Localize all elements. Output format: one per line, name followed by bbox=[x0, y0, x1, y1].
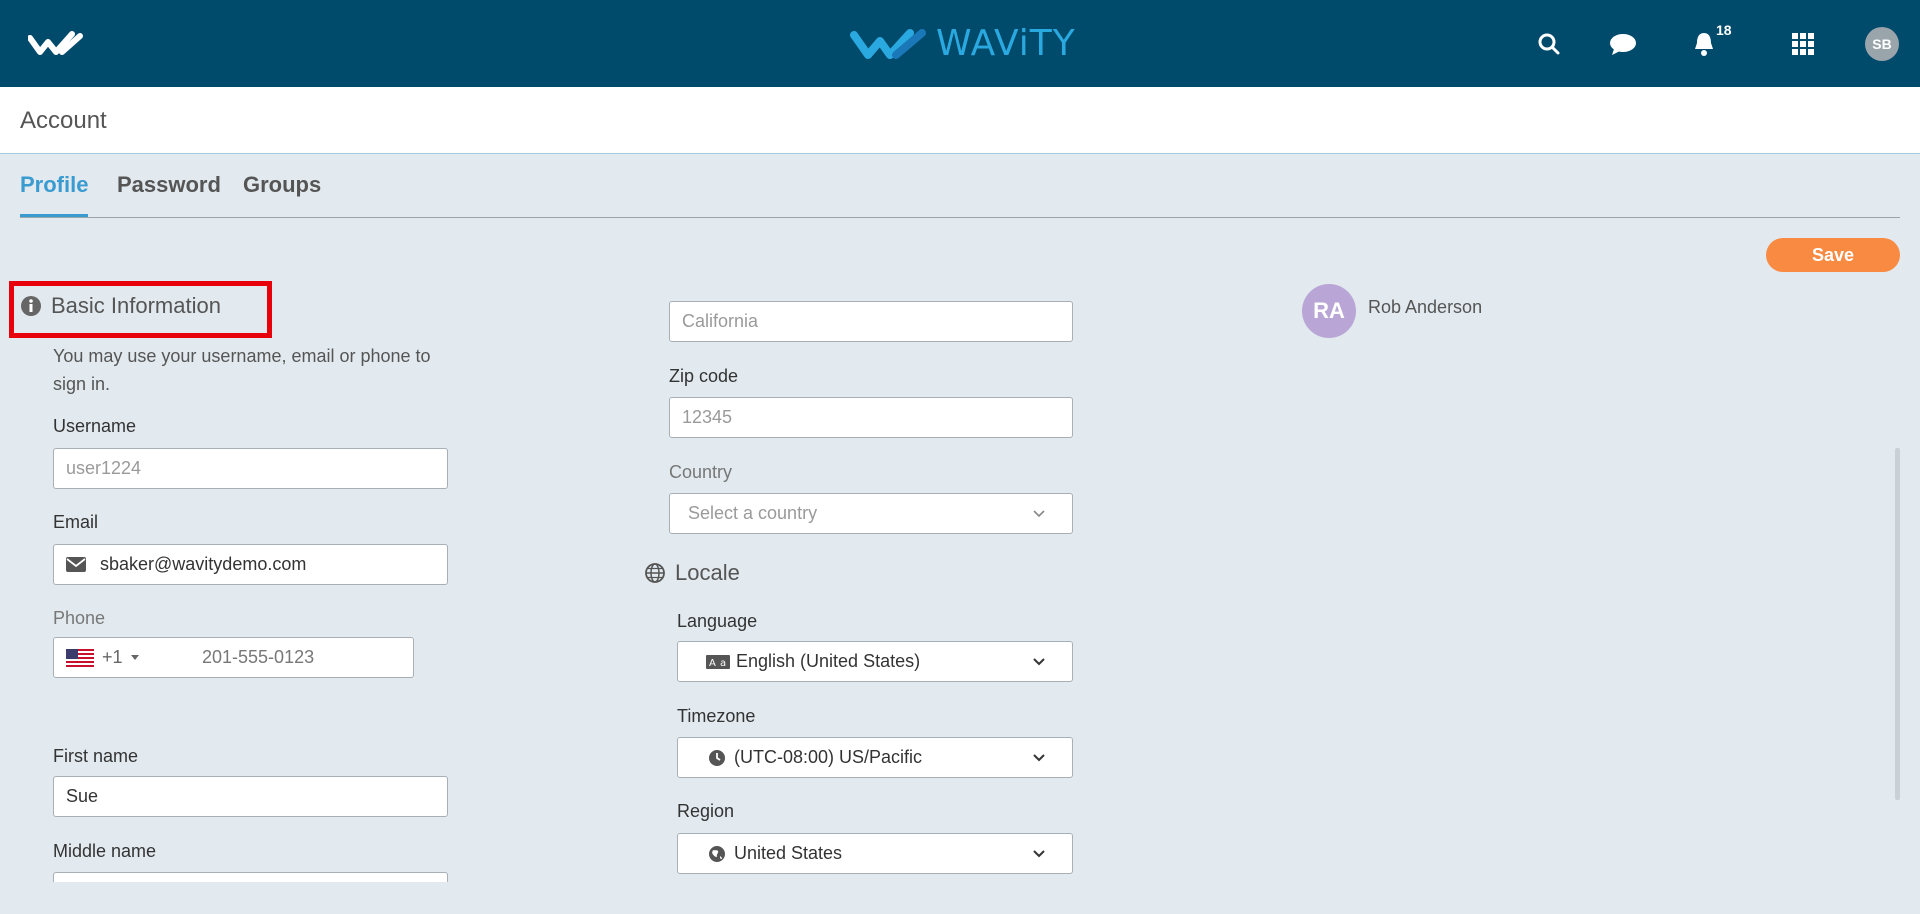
sign-in-help-text: You may use your username, email or phon… bbox=[53, 346, 431, 394]
middle-name-input[interactable] bbox=[53, 872, 448, 882]
tab-password[interactable]: Password bbox=[117, 170, 221, 217]
timezone-select[interactable]: (UTC-08:00) US/Pacific bbox=[677, 737, 1073, 778]
username-placeholder: user1224 bbox=[66, 458, 142, 478]
us-flag-icon bbox=[66, 648, 94, 667]
owner-name: Rob Anderson bbox=[1368, 297, 1483, 317]
username-label: Username bbox=[53, 416, 137, 436]
zip-code-placeholder: 12345 bbox=[682, 407, 733, 427]
country-select[interactable]: Select a country bbox=[669, 493, 1073, 534]
account-tabs: Profile Password Groups bbox=[20, 170, 1900, 218]
chevron-down-icon bbox=[1033, 850, 1045, 858]
region-value: United States bbox=[734, 843, 843, 863]
tab-profile[interactable]: Profile bbox=[20, 170, 89, 217]
phone-country-selector[interactable]: +1 bbox=[66, 647, 182, 668]
country-placeholder: Select a country bbox=[688, 503, 818, 523]
tab-groups[interactable]: Groups bbox=[243, 170, 321, 217]
wavity-logo-mark-icon bbox=[850, 29, 926, 59]
state-placeholder: California bbox=[682, 311, 759, 331]
clock-icon bbox=[709, 749, 725, 766]
language-select[interactable]: A a English (United States) bbox=[677, 641, 1073, 682]
country-label: Country bbox=[669, 462, 733, 482]
language-value: English (United States) bbox=[736, 651, 921, 671]
brand-name: WAViTY bbox=[936, 23, 1076, 64]
chevron-down-icon bbox=[1033, 754, 1045, 762]
username-input[interactable]: user1224 bbox=[53, 448, 448, 489]
envelope-icon bbox=[66, 557, 86, 572]
zip-code-input[interactable]: 12345 bbox=[669, 397, 1073, 438]
email-value: sbaker@wavitydemo.com bbox=[100, 554, 307, 574]
apps-grid-icon[interactable] bbox=[1785, 26, 1821, 62]
wavity-mark-icon[interactable] bbox=[28, 30, 86, 58]
chat-icon[interactable] bbox=[1605, 26, 1641, 62]
first-name-input[interactable]: Sue bbox=[53, 776, 448, 817]
timezone-value: (UTC-08:00) US/Pacific bbox=[734, 747, 923, 767]
first-name-value: Sue bbox=[66, 786, 99, 806]
email-field[interactable]: sbaker@wavitydemo.com bbox=[53, 544, 448, 585]
language-label: Language bbox=[677, 611, 758, 631]
language-icon: A a bbox=[706, 654, 730, 669]
globe-icon bbox=[709, 845, 725, 862]
state-input[interactable]: California bbox=[669, 301, 1073, 342]
region-select[interactable]: United States bbox=[677, 833, 1073, 874]
top-navigation-bar: WAViTY 18 SB bbox=[0, 0, 1920, 87]
globe-icon bbox=[645, 563, 665, 583]
notification-count-badge: 18 bbox=[1716, 22, 1732, 38]
info-icon bbox=[21, 296, 41, 316]
first-name-label: First name bbox=[53, 746, 139, 766]
phone-country-code: +1 bbox=[102, 647, 123, 667]
region-label: Region bbox=[677, 801, 735, 821]
chevron-down-icon bbox=[1033, 658, 1045, 666]
email-label: Email bbox=[53, 512, 99, 532]
phone-value: 201-555-0123 bbox=[202, 647, 315, 667]
wavity-logo: WAViTY bbox=[850, 22, 1076, 66]
middle-name-label: Middle name bbox=[53, 841, 157, 861]
page-title: Account bbox=[20, 107, 107, 134]
timezone-label: Timezone bbox=[677, 706, 756, 726]
chevron-down-icon bbox=[1033, 510, 1045, 518]
phone-field[interactable]: +1 201-555-0123 bbox=[53, 637, 414, 678]
user-avatar[interactable]: SB bbox=[1865, 27, 1899, 61]
save-button[interactable]: Save bbox=[1766, 238, 1900, 272]
zip-code-label: Zip code bbox=[669, 366, 739, 386]
caret-down-icon bbox=[130, 654, 139, 660]
svg-text:a: a bbox=[720, 658, 726, 669]
owner-avatar: RA bbox=[1302, 284, 1356, 338]
account-header: Account bbox=[0, 87, 1920, 154]
search-icon[interactable] bbox=[1531, 26, 1567, 62]
basic-information-heading: Basic Information bbox=[21, 293, 221, 319]
scrollbar[interactable] bbox=[1895, 448, 1900, 800]
locale-heading: Locale bbox=[645, 560, 740, 586]
locale-title: Locale bbox=[675, 560, 740, 585]
phone-label: Phone bbox=[53, 608, 106, 628]
section-title: Basic Information bbox=[51, 293, 221, 318]
svg-text:A: A bbox=[709, 658, 716, 669]
